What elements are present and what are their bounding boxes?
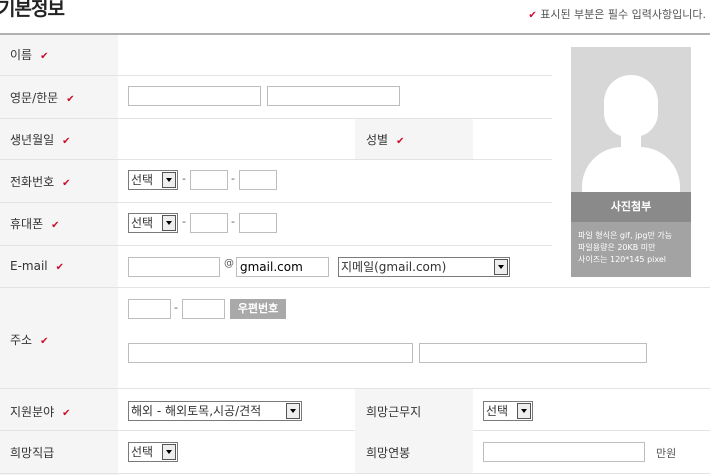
row-divider bbox=[0, 75, 552, 76]
chevron-down-icon bbox=[162, 172, 176, 188]
photo-info: 파일 형식은 gif, jpg만 가능 파일용량은 20KB 미만 사이즈는 1… bbox=[571, 222, 691, 277]
email-domain-select[interactable]: 지메일(gmail.com) bbox=[338, 257, 510, 277]
required-note-text: 표시된 부분은 필수 입력사항입니다. bbox=[540, 8, 706, 21]
row-divider bbox=[0, 287, 710, 288]
chevron-down-icon bbox=[517, 403, 531, 419]
check-icon: ✔ bbox=[396, 136, 405, 147]
check-icon: ✔ bbox=[528, 10, 537, 21]
chevron-down-icon bbox=[162, 444, 176, 460]
check-icon: ✔ bbox=[51, 220, 60, 231]
dash: - bbox=[182, 172, 186, 185]
salary-label: 희망연봉 bbox=[366, 446, 411, 460]
gender-label: 성별 ✔ bbox=[366, 133, 405, 147]
check-icon: ✔ bbox=[40, 336, 49, 347]
salary-unit: 만원 bbox=[656, 447, 677, 460]
name-label: 이름 ✔ bbox=[10, 48, 49, 62]
dash: - bbox=[231, 172, 235, 185]
chevron-down-icon bbox=[494, 259, 508, 275]
email-domain-input[interactable] bbox=[236, 257, 329, 277]
zipcode-first-input[interactable] bbox=[128, 299, 171, 319]
row-divider bbox=[0, 202, 552, 203]
check-icon: ✔ bbox=[62, 136, 71, 147]
phone-middle-input[interactable] bbox=[190, 170, 228, 190]
address-label: 주소 ✔ bbox=[10, 333, 49, 347]
row-divider bbox=[0, 473, 710, 474]
photo-attach-button[interactable]: 사진첨부 bbox=[571, 192, 691, 222]
dash: - bbox=[174, 301, 178, 314]
check-icon: ✔ bbox=[55, 262, 65, 273]
mobile-prefix-select[interactable]: 선택 bbox=[128, 213, 178, 233]
zipcode-button[interactable]: 우편번호 bbox=[230, 299, 286, 319]
email-id-input[interactable] bbox=[128, 257, 220, 277]
apply-field-select[interactable]: 해외 - 해외토목,시공/견적 bbox=[128, 401, 302, 421]
location-select[interactable]: 선택 bbox=[483, 401, 533, 421]
required-note: ✔ 표시된 부분은 필수 입력사항입니다. bbox=[528, 6, 706, 22]
check-icon: ✔ bbox=[62, 178, 71, 189]
location-label: 희망근무지 bbox=[366, 405, 422, 419]
chevron-down-icon bbox=[286, 403, 300, 419]
avatar-body bbox=[582, 147, 680, 197]
at-sign: @ bbox=[224, 258, 234, 269]
position-select[interactable]: 선택 bbox=[128, 442, 178, 462]
check-icon: ✔ bbox=[40, 51, 49, 62]
dash: - bbox=[182, 215, 186, 228]
row-divider bbox=[0, 159, 552, 160]
phone-last-input[interactable] bbox=[239, 170, 277, 190]
check-icon: ✔ bbox=[66, 94, 75, 105]
page-title: 기본정보 bbox=[0, 0, 65, 20]
photo-info-line: 파일 형식은 gif, jpg만 가능 bbox=[578, 231, 673, 240]
phone-label: 전화번호 ✔ bbox=[10, 175, 71, 189]
position-label: 희망직급 bbox=[10, 446, 55, 460]
photo-info-line: 파일용량은 20KB 미만 bbox=[578, 243, 656, 252]
check-icon: ✔ bbox=[62, 408, 71, 419]
address-detail-input[interactable] bbox=[419, 343, 647, 363]
zipcode-second-input[interactable] bbox=[182, 299, 225, 319]
eng-name-label: 영문/한문 ✔ bbox=[10, 91, 75, 105]
photo-info-line: 사이즈는 120*145 pixel bbox=[578, 255, 666, 264]
chinese-name-input[interactable] bbox=[267, 86, 400, 106]
eng-name-input[interactable] bbox=[128, 86, 261, 106]
address-input[interactable] bbox=[128, 343, 413, 363]
row-divider bbox=[0, 245, 552, 246]
mobile-label: 휴대폰 ✔ bbox=[10, 217, 60, 231]
avatar-icon bbox=[604, 75, 658, 137]
mobile-middle-input[interactable] bbox=[190, 213, 228, 233]
dash: - bbox=[231, 215, 235, 228]
salary-input[interactable] bbox=[483, 442, 645, 462]
mobile-last-input[interactable] bbox=[239, 213, 277, 233]
email-label: E-mail ✔ bbox=[10, 259, 65, 273]
birth-label: 생년월일 ✔ bbox=[10, 133, 71, 147]
chevron-down-icon bbox=[162, 215, 176, 231]
phone-prefix-select[interactable]: 선택 bbox=[128, 170, 178, 190]
apply-field-label: 지원분야 ✔ bbox=[10, 405, 71, 419]
